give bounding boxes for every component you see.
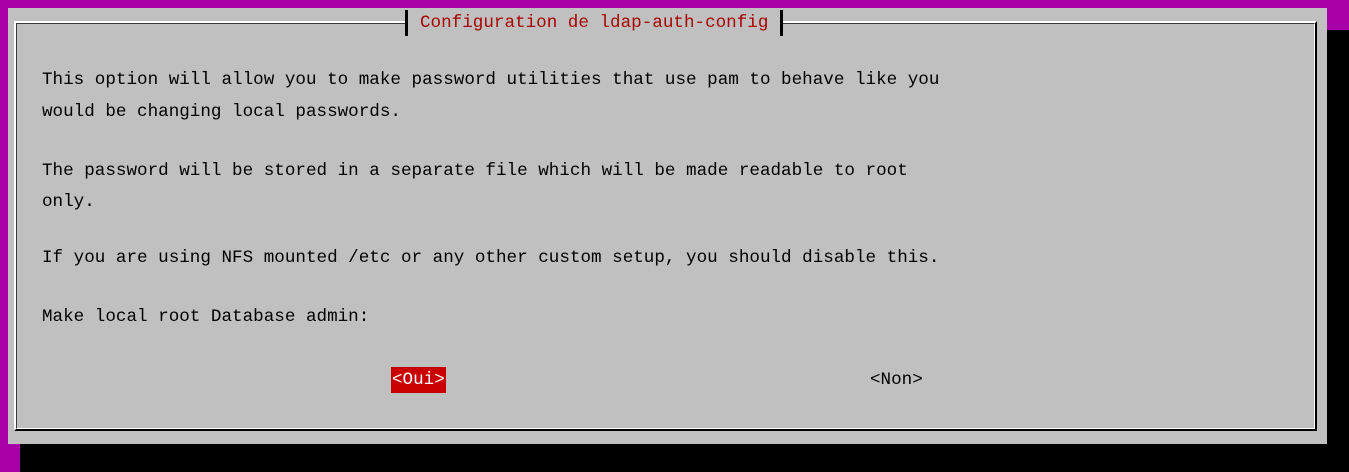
description-line-2: would be changing local passwords. — [42, 102, 401, 122]
description-line-3: The password will be stored in a separat… — [42, 161, 908, 181]
dialog-title: Configuration de ldap-auth-config — [405, 10, 784, 36]
description-line-1: This option will allow you to make passw… — [42, 70, 940, 90]
yes-button[interactable]: <Oui> — [391, 367, 446, 393]
description-line-4: only. — [42, 192, 95, 212]
prompt-question: Make local root Database admin: — [42, 307, 370, 327]
no-button[interactable]: <Non> — [870, 367, 923, 393]
debconf-dialog: Configuration de ldap-auth-config This o… — [8, 8, 1327, 444]
dialog-shadow-right — [1327, 30, 1349, 446]
dialog-shadow-bottom — [20, 444, 1349, 472]
description-line-5: If you are using NFS mounted /etc or any… — [42, 248, 940, 268]
